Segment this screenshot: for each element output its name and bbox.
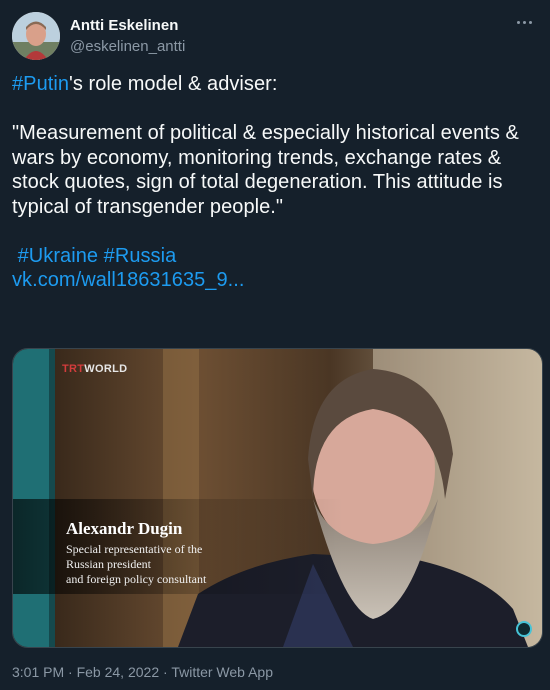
media-indicator-icon: [516, 621, 532, 637]
tweet-source-app[interactable]: Twitter Web App: [171, 664, 273, 680]
tweet-meta: 3:01 PM · Feb 24, 2022 · Twitter Web App: [12, 664, 273, 680]
display-name[interactable]: Antti Eskelinen: [70, 16, 185, 35]
video-still: [13, 349, 542, 647]
caption-line-1: Special representative of the: [66, 542, 203, 556]
caption-line-3: and foreign policy consultant: [66, 572, 207, 586]
author-info: Antti Eskelinen @eskelinen_antti: [70, 16, 185, 56]
tweet: Antti Eskelinen @eskelinen_antti #Putin'…: [0, 0, 550, 690]
meta-separator: ·: [163, 664, 168, 680]
intro-text: 's role model & adviser:: [69, 73, 278, 95]
link-line: vk.com/wall18631635_9...: [12, 268, 532, 293]
tweet-time[interactable]: 3:01 PM: [12, 664, 64, 680]
tweet-date[interactable]: Feb 24, 2022: [77, 664, 160, 680]
hashtag-line: #Ukraine #Russia: [12, 244, 532, 269]
avatar[interactable]: [12, 12, 60, 60]
hashtag-russia[interactable]: #Russia: [104, 245, 177, 267]
hashtag-ukraine[interactable]: #Ukraine: [18, 245, 98, 267]
user-handle[interactable]: @eskelinen_antti: [70, 37, 185, 56]
external-link[interactable]: vk.com/wall18631635_9...: [12, 269, 244, 291]
more-options-icon[interactable]: [512, 10, 536, 34]
tweet-line-intro: #Putin's role model & adviser:: [12, 72, 532, 97]
meta-separator: ·: [68, 664, 73, 680]
hashtag-putin[interactable]: #Putin: [12, 73, 69, 95]
caption-line-2: Russian president: [66, 557, 151, 571]
channel-logo: TRTWORLD: [62, 363, 128, 375]
caption-name: Alexandr Dugin: [66, 519, 183, 538]
media-image[interactable]: TRTWORLD Alexandr Dugin Special represen…: [12, 348, 543, 648]
tweet-text: #Putin's role model & adviser: "Measurem…: [12, 72, 532, 293]
quote-text: "Measurement of political & especially h…: [12, 122, 519, 218]
